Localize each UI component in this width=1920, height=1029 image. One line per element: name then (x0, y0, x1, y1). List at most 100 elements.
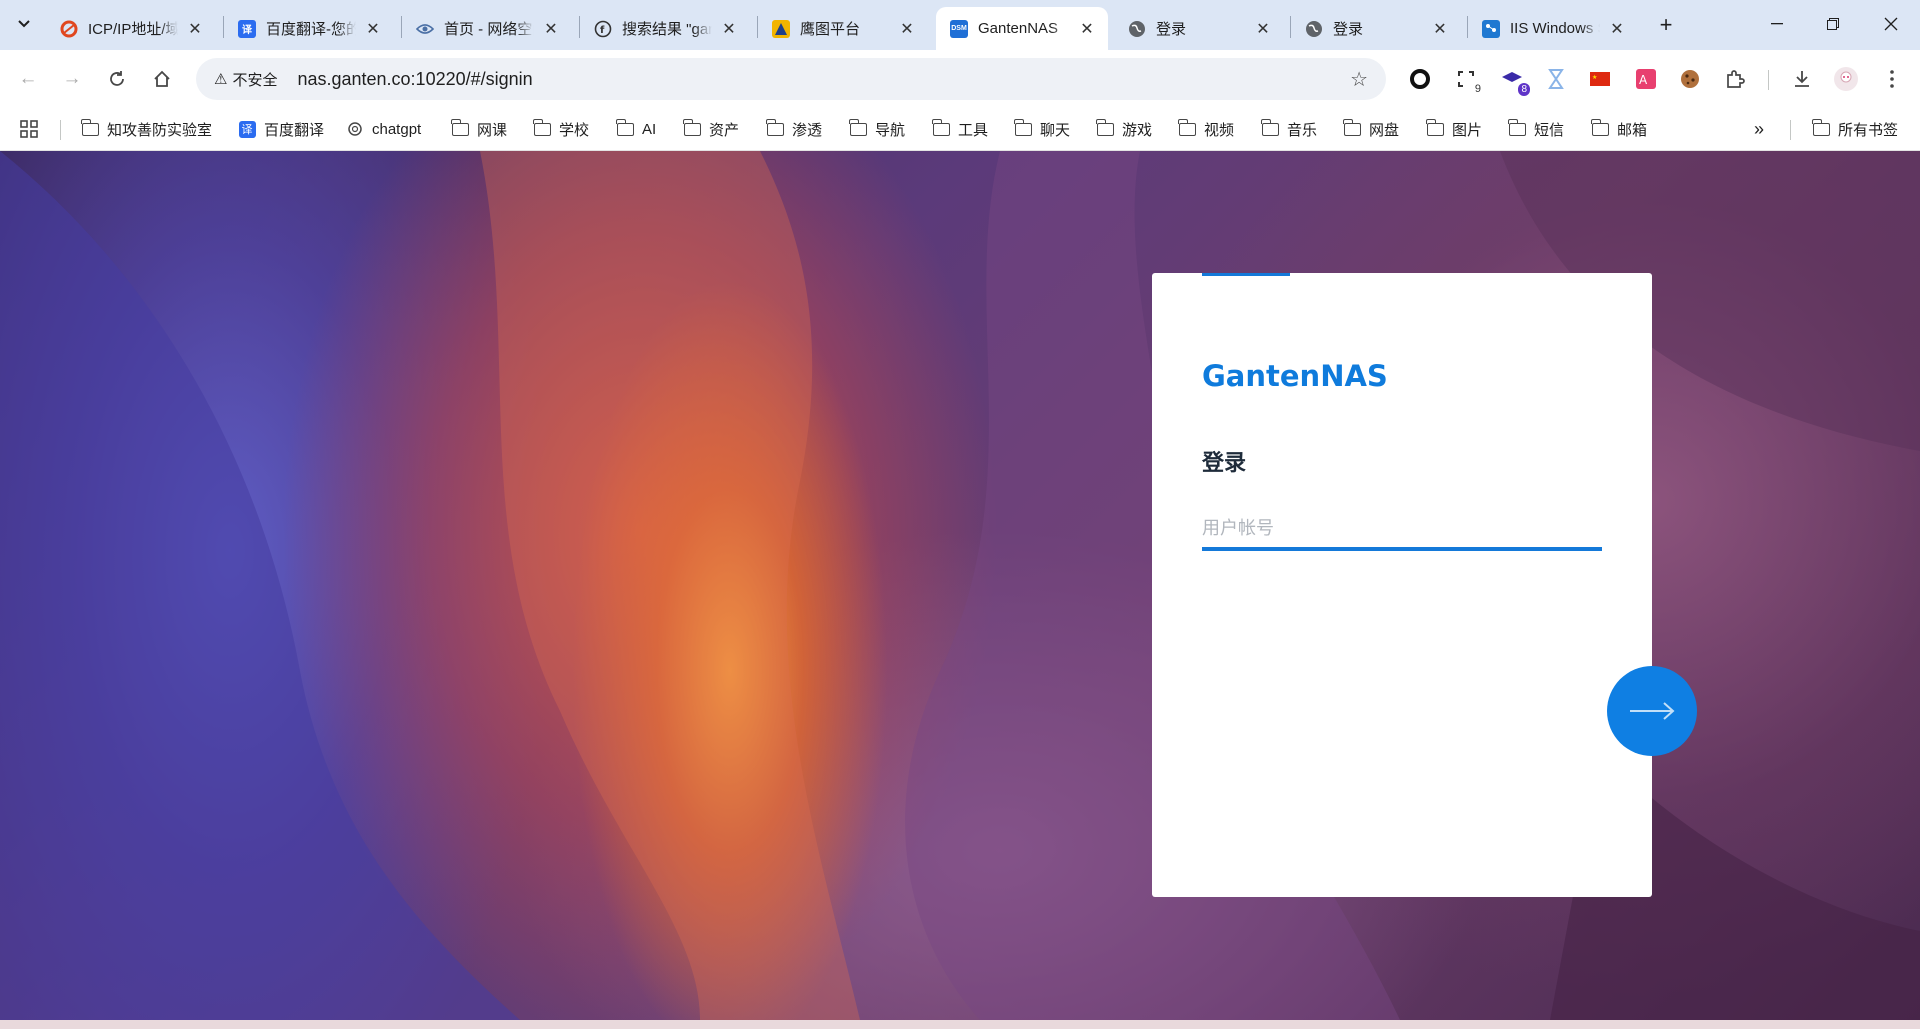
tab-7[interactable]: 登录 ✕ (1291, 7, 1461, 50)
folder-icon (615, 118, 634, 137)
bookmark-folder[interactable]: AI (615, 115, 656, 143)
folder-icon (1811, 118, 1830, 137)
bookmark-folder[interactable]: 工具 (931, 115, 988, 143)
extension-badge: 9 (1474, 83, 1481, 95)
tab-8[interactable]: IIS Windows Server ✕ (1468, 7, 1638, 50)
more-bookmarks-button[interactable]: » (1754, 115, 1764, 143)
chevron-down-icon (18, 20, 30, 28)
svg-text:f: f (600, 25, 605, 36)
bookmark-folder[interactable]: 音乐 (1260, 115, 1317, 143)
bookmark-link[interactable]: chatgpt (346, 115, 421, 143)
close-icon[interactable]: ✕ (1606, 18, 1628, 40)
extension-china-flag-icon[interactable]: ★ (1588, 67, 1612, 91)
close-icon[interactable]: ✕ (540, 18, 562, 40)
apps-button[interactable] (20, 115, 38, 143)
tab-title: 首页 - 网络空间测绘 (444, 21, 534, 38)
bookmark-folder[interactable]: 游戏 (1095, 115, 1152, 143)
close-icon[interactable]: ✕ (718, 18, 740, 40)
bookmark-folder[interactable]: 视频 (1177, 115, 1234, 143)
dsm-icon: DSM (950, 19, 968, 38)
security-indicator[interactable]: ⚠ 不安全 (206, 64, 285, 94)
arrow-right-icon (1630, 702, 1675, 720)
bookmark-folder[interactable]: 知攻善防实验室 (80, 115, 212, 143)
bookmark-folder[interactable]: 网课 (450, 115, 507, 143)
back-button[interactable]: ← (14, 65, 42, 93)
login-card: GantenNAS 登录 (1152, 273, 1652, 897)
folder-icon (1013, 118, 1032, 137)
globe-icon (1305, 20, 1323, 38)
bookmark-star-icon[interactable]: ☆ (1350, 67, 1368, 92)
close-icon[interactable]: ✕ (362, 18, 384, 40)
bookmark-folder[interactable]: 聊天 (1013, 115, 1070, 143)
bookmark-folder[interactable]: 网盘 (1342, 115, 1399, 143)
url-text[interactable]: nas.ganten.co:10220/#/signin (297, 69, 532, 90)
hunter-icon (772, 19, 790, 38)
browser-menu-button[interactable] (1880, 67, 1904, 91)
folder-icon (1342, 118, 1361, 137)
bookmark-folder[interactable]: 图片 (1425, 115, 1482, 143)
bookmark-folder[interactable]: 资产 (682, 115, 739, 143)
bookmark-folder[interactable]: 导航 (848, 115, 905, 143)
login-submit-button[interactable] (1607, 666, 1697, 756)
tab-title: IIS Windows Server (1510, 20, 1600, 37)
extension-hourglass-icon[interactable] (1544, 67, 1568, 91)
bookmark-folder[interactable]: 渗透 (765, 115, 822, 143)
extension-graduation-icon[interactable]: 8 (1500, 67, 1530, 96)
close-icon[interactable]: ✕ (1252, 18, 1274, 40)
baidu-translate-icon: 译 (238, 19, 256, 38)
extension-translate-icon[interactable]: A (1634, 67, 1658, 91)
bookmark-folder[interactable]: 邮箱 (1590, 115, 1647, 143)
extension-cookie-icon[interactable] (1678, 67, 1702, 91)
profile-avatar[interactable] (1834, 67, 1858, 91)
tab-2[interactable]: 首页 - 网络空间测绘 ✕ (402, 7, 572, 50)
restore-button[interactable] (1810, 6, 1856, 42)
tab-5-active[interactable]: DSM GantenNAS ✕ (936, 7, 1108, 50)
globe-icon (1128, 20, 1146, 38)
close-icon[interactable]: ✕ (1076, 18, 1098, 40)
folder-icon (931, 118, 950, 137)
address-bar[interactable]: ⚠ 不安全 nas.ganten.co:10220/#/signin ☆ (196, 58, 1386, 100)
folder-icon (1260, 118, 1279, 137)
bookmark-link[interactable]: 译百度翻译 (238, 115, 324, 143)
reload-icon (110, 71, 124, 86)
extensions-puzzle-icon[interactable] (1723, 67, 1747, 91)
folder-icon (682, 118, 701, 137)
tab-4[interactable]: 鹰图平台 ✕ (758, 7, 928, 50)
iis-icon (1482, 19, 1500, 38)
warning-triangle-icon: ⚠ (214, 71, 228, 88)
extension-ring-icon[interactable] (1408, 67, 1432, 91)
tab-3[interactable]: f 搜索结果 "gantennas" ✕ (580, 7, 750, 50)
home-button[interactable] (148, 65, 176, 93)
apps-grid-icon (20, 120, 38, 138)
all-bookmarks-button[interactable]: 所有书签 (1811, 115, 1898, 143)
close-icon[interactable]: ✕ (896, 18, 918, 40)
tab-title: 鹰图平台 (800, 21, 861, 38)
tab-title: ICP/IP地址/域名信息备案管理系统 (88, 21, 178, 38)
close-window-button[interactable] (1868, 6, 1914, 42)
new-tab-button[interactable]: + (1652, 11, 1680, 39)
folder-icon (765, 118, 784, 137)
tab-search-button[interactable] (10, 10, 38, 38)
svg-text:★: ★ (1592, 74, 1597, 81)
reload-button[interactable] (103, 65, 131, 93)
bookmark-folder[interactable]: 学校 (532, 115, 589, 143)
folder-icon (1507, 118, 1526, 137)
minimize-button[interactable] (1754, 6, 1800, 42)
download-icon[interactable] (1790, 67, 1814, 91)
extension-screenshot-icon[interactable]: 9 (1454, 67, 1481, 95)
login-heading: 登录 (1202, 450, 1247, 475)
tab-1[interactable]: 译 百度翻译-您的超级翻译伙伴 ✕ (224, 7, 394, 50)
close-icon[interactable]: ✕ (1429, 18, 1451, 40)
folder-icon (1177, 118, 1196, 137)
folder-icon (848, 118, 867, 137)
forward-button[interactable]: → (58, 65, 86, 93)
home-icon (154, 70, 170, 87)
arrow-right-icon: → (62, 68, 82, 89)
tab-title: GantenNAS (978, 20, 1059, 37)
bookmark-folder[interactable]: 短信 (1507, 115, 1564, 143)
tab-title: 登录 (1156, 21, 1187, 38)
tab-6[interactable]: 登录 ✕ (1114, 7, 1284, 50)
close-icon[interactable]: ✕ (184, 18, 206, 40)
tab-0[interactable]: ICP/IP地址/域名信息备案管理系统 ✕ (46, 7, 216, 50)
username-input[interactable] (1202, 509, 1602, 551)
